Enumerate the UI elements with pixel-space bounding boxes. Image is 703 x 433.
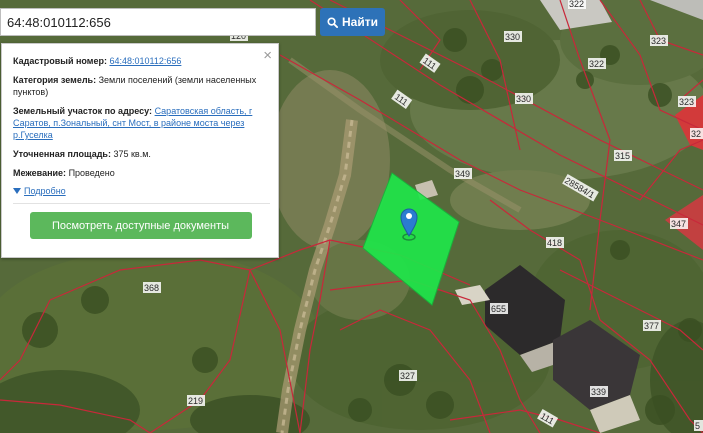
plot-label: 327 xyxy=(400,371,415,381)
search-input[interactable] xyxy=(0,8,316,36)
search-button-label: Найти xyxy=(342,15,378,29)
plot-label: 323 xyxy=(651,36,666,46)
survey-label: Межевание: xyxy=(13,168,67,178)
plot-label: 32 xyxy=(691,129,701,139)
plot-label: 655 xyxy=(491,304,506,314)
details-toggle[interactable]: Подробно xyxy=(13,185,268,197)
cadastral-number-link[interactable]: 64:48:010112:656 xyxy=(109,56,181,66)
plot-label: 377 xyxy=(644,321,659,331)
category-row: Категория земель: Земли поселений (земли… xyxy=(13,74,268,98)
search-icon xyxy=(327,16,338,28)
search-bar: Найти xyxy=(0,8,385,36)
plot-label: 368 xyxy=(144,283,159,293)
category-label: Категория земель: xyxy=(13,75,97,85)
area-value: 375 кв.м. xyxy=(113,149,151,159)
search-button[interactable]: Найти xyxy=(320,8,385,36)
plot-label: 322 xyxy=(589,59,604,69)
plot-label: 5 xyxy=(695,421,700,431)
chevron-down-icon xyxy=(13,188,21,194)
plot-label: 315 xyxy=(615,151,630,161)
plot-label: 347 xyxy=(671,219,686,229)
details-link[interactable]: Подробно xyxy=(24,185,66,197)
address-label: Земельный участок по адресу: xyxy=(13,106,153,116)
plot-label: 219 xyxy=(188,396,203,406)
view-documents-button[interactable]: Посмотреть доступные документы xyxy=(29,212,252,239)
plot-label: 322 xyxy=(569,0,584,9)
info-panel: × Кадастровый номер: 64:48:010112:656 Ка… xyxy=(1,43,279,258)
area-row: Уточненная площадь: 375 кв.м. xyxy=(13,148,268,160)
address-row: Земельный участок по адресу: Саратовская… xyxy=(13,105,268,141)
plot-label: 418 xyxy=(547,238,562,248)
plot-label: 349 xyxy=(455,169,470,179)
map-marker-icon[interactable] xyxy=(400,208,418,241)
cadastral-label: Кадастровый номер: xyxy=(13,56,107,66)
survey-row: Межевание: Проведено xyxy=(13,167,268,179)
area-label: Уточненная площадь: xyxy=(13,149,111,159)
plot-label: 330 xyxy=(505,32,520,42)
plot-label: 339 xyxy=(591,387,606,397)
close-icon[interactable]: × xyxy=(263,48,272,63)
divider xyxy=(13,203,270,204)
cadastral-row: Кадастровый номер: 64:48:010112:656 xyxy=(13,55,268,67)
survey-value: Проведено xyxy=(68,168,115,178)
plot-label: 323 xyxy=(679,97,694,107)
plot-label: 330 xyxy=(516,94,531,104)
